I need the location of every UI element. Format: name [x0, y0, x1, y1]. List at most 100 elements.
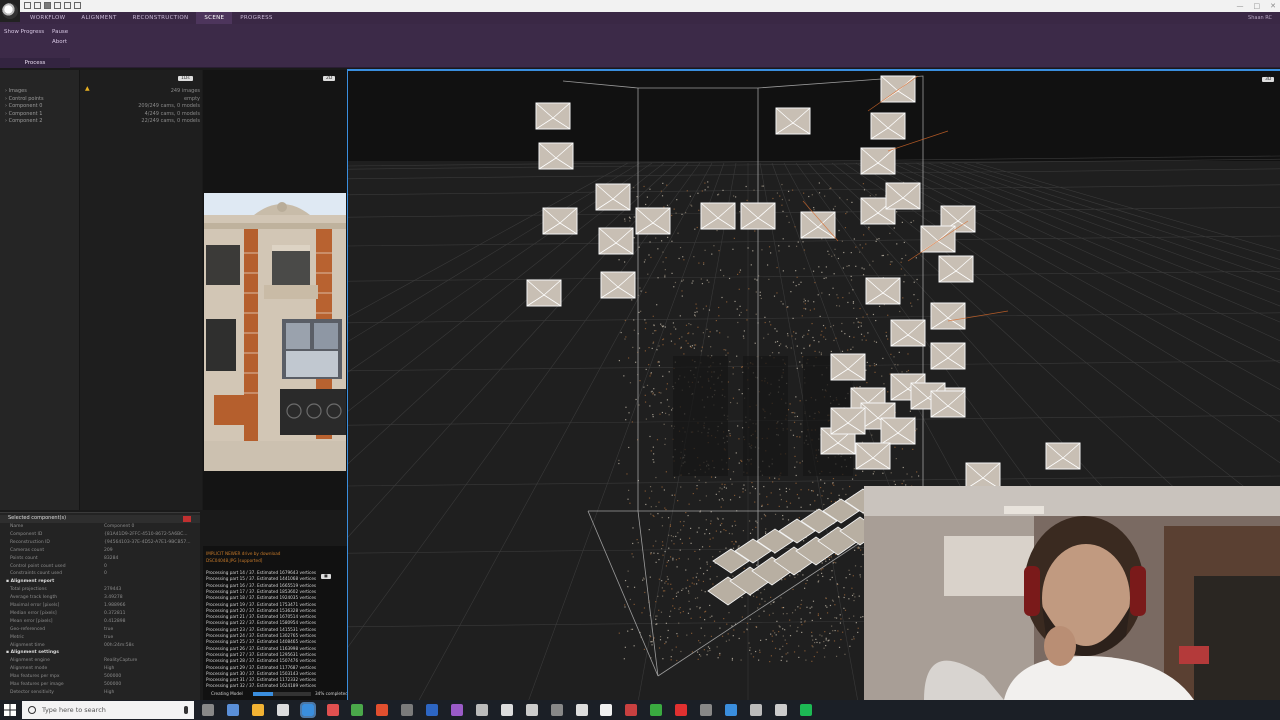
app-icon[interactable] [276, 704, 289, 716]
abort-button[interactable]: Abort [52, 39, 67, 45]
camera-frustum[interactable] [775, 107, 811, 135]
tree-item-label[interactable]: › Component 2 [5, 118, 42, 124]
camera-frustum[interactable] [595, 183, 631, 211]
app-icon[interactable] [625, 704, 638, 716]
property-value[interactable]: RealityCapture [104, 658, 137, 663]
property-value[interactable]: 500000 [104, 674, 121, 679]
tab-scene[interactable]: SCENE [196, 12, 233, 24]
premiere-icon[interactable] [376, 704, 389, 716]
minimize-icon[interactable]: — [1237, 2, 1244, 10]
app-icon[interactable] [749, 704, 762, 716]
file-explorer-icon[interactable] [226, 704, 239, 716]
close-panel-icon[interactable] [183, 516, 191, 522]
app-icon[interactable] [475, 704, 488, 716]
app-icon[interactable] [401, 704, 414, 716]
property-value[interactable]: High [104, 666, 114, 671]
onedee-badge[interactable]: 1Ds [178, 76, 193, 81]
tree-item-label[interactable]: › Control points [5, 96, 44, 102]
pause-button[interactable]: Pause [52, 29, 68, 35]
threed-badge[interactable]: 3D [1262, 77, 1275, 82]
camera-frustum[interactable] [860, 147, 896, 175]
camera-frustum[interactable] [880, 417, 916, 445]
property-value[interactable]: Component 0 [104, 524, 134, 529]
taskbar-search[interactable]: Type here to search [22, 701, 194, 719]
property-value[interactable]: 83284 [104, 556, 118, 561]
app-icon[interactable] [525, 704, 538, 716]
app-icon[interactable] [600, 704, 613, 716]
tree-item-label[interactable]: › Component 1 [5, 111, 42, 117]
property-value[interactable]: {94564103-37E-4D52-A7E1-9BCB57... [104, 540, 191, 545]
property-value[interactable]: 279443 [104, 587, 121, 592]
tab-workflow[interactable]: WORKFLOW [22, 12, 73, 24]
undo-icon[interactable] [64, 2, 71, 9]
camera-frustum[interactable] [1045, 442, 1081, 470]
property-value[interactable]: 0.372811 [104, 611, 125, 616]
camera-frustum[interactable] [600, 271, 636, 299]
app-logo-icon[interactable] [0, 0, 20, 22]
camera-frustum[interactable] [526, 279, 562, 307]
show-progress-button[interactable]: Show Progress [4, 29, 44, 35]
open-icon[interactable] [34, 2, 41, 9]
app-icon[interactable] [650, 704, 663, 716]
property-value[interactable]: true [104, 635, 113, 640]
microphone-icon[interactable] [184, 706, 188, 714]
new-project-icon[interactable] [24, 2, 31, 9]
app-icon[interactable] [675, 704, 688, 716]
spotify-icon[interactable] [799, 704, 812, 716]
camera-frustum[interactable] [538, 142, 574, 170]
camera-frustum[interactable] [885, 182, 921, 210]
twod-badge[interactable]: 2D [323, 76, 336, 81]
reality-capture-taskbar-icon[interactable] [299, 702, 316, 718]
camera-frustum[interactable] [855, 442, 891, 470]
task-view-icon[interactable] [202, 704, 214, 716]
camera-frustum[interactable] [870, 112, 906, 140]
app-icon[interactable] [575, 704, 588, 716]
windows-start-icon[interactable] [4, 704, 16, 716]
layout-icon[interactable] [44, 2, 51, 9]
camera-frustum[interactable] [830, 353, 866, 381]
camera-frustum[interactable] [542, 207, 578, 235]
app-icon[interactable] [426, 704, 439, 716]
camera-frustum[interactable] [930, 342, 966, 370]
camera-frustum[interactable] [930, 302, 966, 330]
camera-frustum[interactable] [830, 407, 866, 435]
app-icon[interactable] [550, 704, 563, 716]
property-value[interactable]: 500000 [104, 682, 121, 687]
camera-frustum[interactable] [890, 319, 926, 347]
tab-progress[interactable]: PROGRESS [232, 12, 280, 24]
app-icon[interactable] [351, 704, 364, 716]
camera-frustum[interactable] [938, 255, 974, 283]
app-icon[interactable] [451, 704, 463, 716]
camera-frustum[interactable] [635, 207, 671, 235]
console-badge[interactable]: ◼ [321, 574, 331, 579]
property-value[interactable]: 1.988966 [104, 603, 125, 608]
property-value[interactable]: High [104, 690, 114, 695]
camera-frustum[interactable] [865, 277, 901, 305]
camera-frustum[interactable] [920, 225, 956, 253]
tree-item-label[interactable]: › Images [5, 88, 27, 94]
maximize-icon[interactable]: □ [1254, 2, 1261, 10]
property-value[interactable]: 0 [104, 571, 107, 576]
property-value[interactable]: {81A41D9-2FFC-4510-8672-5A6BC... [104, 532, 188, 537]
app-icon[interactable] [700, 704, 712, 716]
chrome-icon[interactable] [326, 704, 339, 716]
camera-frustum[interactable] [700, 202, 736, 230]
property-value[interactable]: 209 [104, 548, 113, 553]
tab-reconstruction[interactable]: RECONSTRUCTION [125, 12, 197, 24]
tree-item-label[interactable]: › Component 0 [5, 103, 42, 109]
app-icon[interactable] [500, 704, 513, 716]
redo-icon[interactable] [74, 2, 81, 9]
camera-frustum[interactable] [930, 390, 966, 418]
tab-alignment[interactable]: ALIGNMENT [73, 12, 124, 24]
camera-frustum[interactable] [598, 227, 634, 255]
close-icon[interactable]: ✕ [1270, 2, 1276, 10]
property-value[interactable]: 00h:24m:58s [104, 643, 134, 648]
camera-frustum[interactable] [535, 102, 571, 130]
property-value[interactable]: 3.49278 [104, 595, 123, 600]
app-icon[interactable] [724, 704, 737, 716]
property-value[interactable]: 0 [104, 564, 107, 569]
property-value[interactable]: 0.412898 [104, 619, 125, 624]
save-icon[interactable] [54, 2, 61, 9]
app-icon[interactable] [251, 704, 264, 716]
app-icon[interactable] [774, 704, 787, 716]
